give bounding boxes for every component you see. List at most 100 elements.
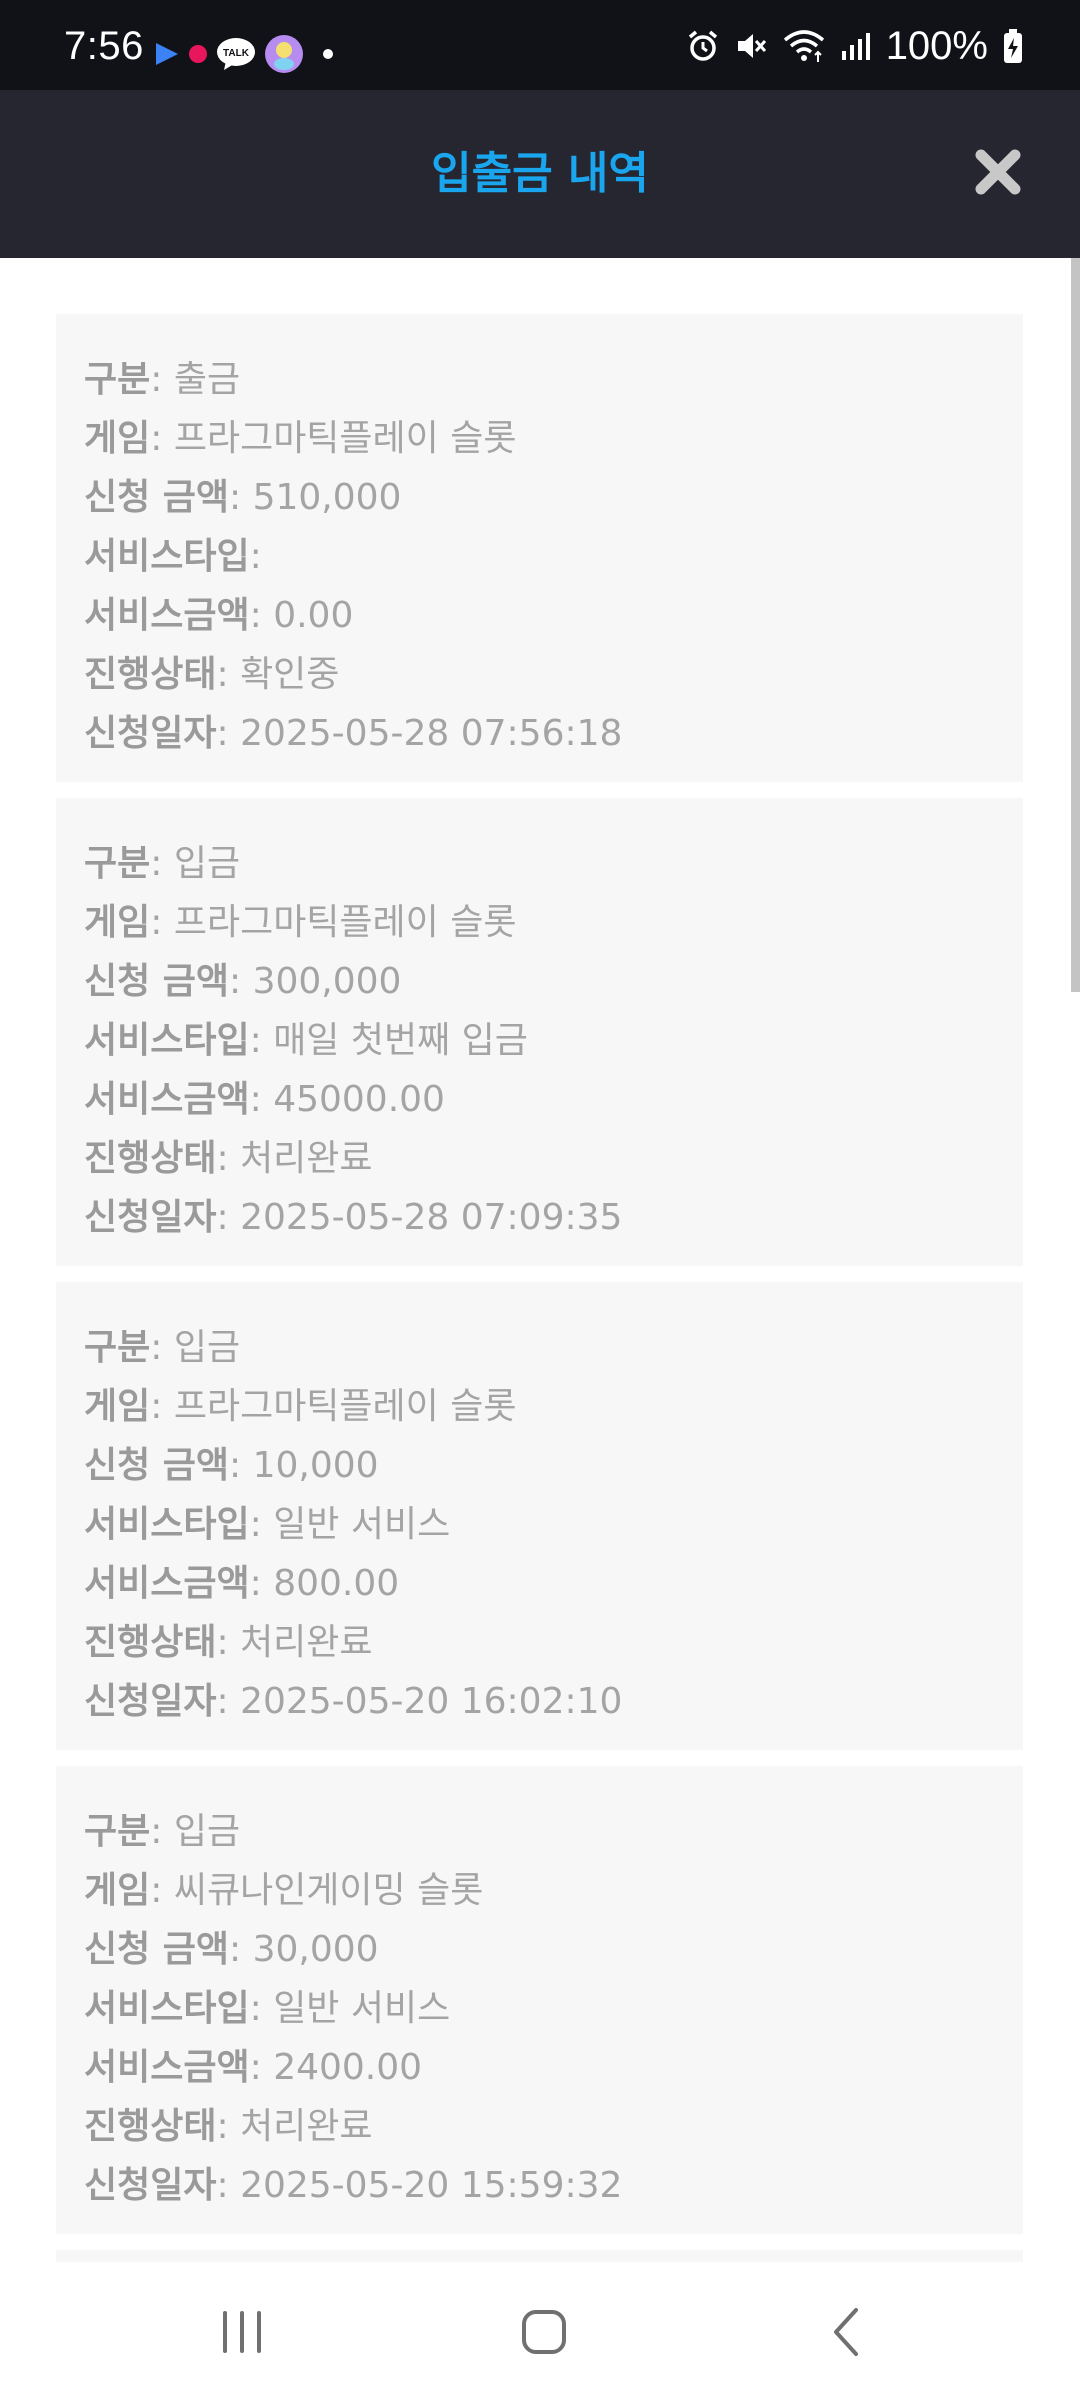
status-label: 진행상태 [84, 1622, 217, 1663]
recent-apps-icon [223, 2311, 261, 2353]
record-dot-icon [189, 45, 207, 63]
type-value: 출금 [173, 359, 241, 400]
transaction-card[interactable]: 구분: 입금 게임: 프라그마틱플레이 슬롯 신청 금액: 300,000 서비… [56, 798, 1023, 1266]
game-row: 게임: 씨큐나인게이밍 슬롯 [84, 1870, 484, 1911]
amount-row: 신청 금액: 10,000 [84, 1445, 379, 1486]
signal-icon [841, 33, 870, 60]
system-icons: 100% [672, 26, 1024, 66]
service-type-value: 일반 서비스 [273, 1504, 451, 1545]
transaction-card[interactable]: 구분: 출금 게임: 프라그마틱플레이 슬롯 신청 금액: 510,000 서비… [56, 314, 1023, 782]
type-row: 구분: 출금 [84, 359, 241, 400]
kakaotalk-icon: TALK [217, 38, 255, 70]
amount-row: 신청 금액: 510,000 [84, 477, 402, 518]
alarm-icon [688, 30, 717, 61]
date-row: 신청일자: 2025-05-28 07:09:35 [84, 1197, 623, 1238]
type-value: 입금 [173, 843, 241, 884]
service-amount-label: 서비스금액 [84, 2047, 250, 2088]
status-value: 처리완료 [240, 1622, 373, 1663]
service-type-value: 매일 첫번째 입금 [273, 1020, 528, 1061]
close-button[interactable] [966, 140, 1030, 204]
amount-value: 510,000 [252, 477, 402, 518]
type-value: 입금 [173, 1811, 241, 1852]
game-value: 프라그마틱플레이 슬롯 [173, 418, 517, 459]
transaction-list[interactable]: 구분: 출금 게임: 프라그마틱플레이 슬롯 신청 금액: 510,000 서비… [56, 314, 1023, 2264]
game-label: 게임 [84, 418, 151, 459]
date-value: 2025-05-28 07:09:35 [240, 1197, 623, 1238]
date-value: 2025-05-28 07:56:18 [240, 713, 623, 754]
game-label: 게임 [84, 1870, 151, 1911]
amount-label: 신청 금액 [84, 1445, 230, 1486]
game-value: 프라그마틱플레이 슬롯 [173, 1386, 517, 1427]
type-label: 구분 [84, 1327, 151, 1368]
date-value: 2025-05-20 15:59:32 [240, 2165, 623, 2206]
recent-apps-button[interactable] [182, 2292, 302, 2372]
game-row: 게임: 프라그마틱플레이 슬롯 [84, 902, 517, 943]
notification-icons: TALK [154, 34, 346, 74]
game-value: 씨큐나인게이밍 슬롯 [173, 1870, 484, 1911]
service-type-label: 서비스타입 [84, 536, 250, 577]
status-row: 진행상태: 확인중 [84, 654, 340, 695]
status-row: 진행상태: 처리완료 [84, 1622, 373, 1663]
service-type-value: 일반 서비스 [273, 1988, 451, 2029]
status-label: 진행상태 [84, 654, 217, 695]
status-value: 처리완료 [240, 2106, 373, 2147]
service-amount-row: 서비스금액: 800.00 [84, 1563, 400, 1604]
date-row: 신청일자: 2025-05-28 07:56:18 [84, 713, 623, 754]
battery-charging-icon [1004, 29, 1022, 63]
status-bar: 7:56 TALK 100% [0, 0, 1080, 90]
page-title: 입출금 내역 [431, 148, 649, 199]
back-icon [834, 2308, 858, 2356]
type-label: 구분 [84, 359, 151, 400]
back-button[interactable] [786, 2292, 906, 2372]
service-amount-label: 서비스금액 [84, 1079, 250, 1120]
service-amount-value: 45000.00 [273, 1079, 445, 1120]
status-row: 진행상태: 처리완료 [84, 1138, 373, 1179]
amount-label: 신청 금액 [84, 477, 230, 518]
game-row: 게임: 프라그마틱플레이 슬롯 [84, 1386, 517, 1427]
service-amount-row: 서비스금액: 0.00 [84, 595, 354, 636]
status-time: 7:56 [64, 24, 144, 68]
kakaotalk-label: TALK [223, 48, 250, 59]
transaction-card[interactable]: 구분: 입금 게임: 프라그마틱플레이 슬롯 신청 금액: 10,000 서비스… [56, 1282, 1023, 1750]
navigation-bar [0, 2262, 1080, 2400]
date-value: 2025-05-20 16:02:10 [240, 1681, 623, 1722]
game-value: 프라그마틱플레이 슬롯 [173, 902, 517, 943]
game-row: 게임: 프라그마틱플레이 슬롯 [84, 418, 517, 459]
date-label: 신청일자 [84, 713, 217, 754]
mute-icon [737, 34, 766, 58]
date-label: 신청일자 [84, 2165, 217, 2206]
battery-percent: 100% [885, 24, 988, 68]
game-label: 게임 [84, 902, 151, 943]
scrollbar-thumb[interactable] [1071, 258, 1080, 992]
amount-label: 신청 금액 [84, 1929, 230, 1970]
home-icon [522, 2310, 566, 2354]
amount-row: 신청 금액: 30,000 [84, 1929, 379, 1970]
service-amount-row: 서비스금액: 45000.00 [84, 1079, 445, 1120]
service-amount-value: 800.00 [273, 1563, 400, 1604]
status-label: 진행상태 [84, 1138, 217, 1179]
date-row: 신청일자: 2025-05-20 16:02:10 [84, 1681, 623, 1722]
type-label: 구분 [84, 843, 151, 884]
type-value: 입금 [173, 1327, 241, 1368]
service-type-row: 서비스타입: 매일 첫번째 입금 [84, 1020, 528, 1061]
amount-value: 300,000 [252, 961, 402, 1002]
amount-label: 신청 금액 [84, 961, 230, 1002]
more-notifications-dot-icon [323, 49, 333, 59]
amount-row: 신청 금액: 300,000 [84, 961, 402, 1002]
type-label: 구분 [84, 1811, 151, 1852]
service-amount-value: 2400.00 [273, 2047, 423, 2088]
date-label: 신청일자 [84, 1197, 217, 1238]
service-amount-label: 서비스금액 [84, 1563, 250, 1604]
transaction-card[interactable]: 구분: 입금 게임: 씨큐나인게이밍 슬롯 신청 금액: 30,000 서비스타… [56, 1766, 1023, 2234]
avatar-icon [265, 35, 303, 73]
service-type-label: 서비스타입 [84, 1504, 250, 1545]
status-value: 처리완료 [240, 1138, 373, 1179]
service-type-row: 서비스타입: 일반 서비스 [84, 1504, 451, 1545]
type-row: 구분: 입금 [84, 1327, 241, 1368]
home-button[interactable] [484, 2292, 604, 2372]
close-icon [975, 149, 1021, 195]
dialog-header: 입출금 내역 [0, 90, 1080, 258]
status-label: 진행상태 [84, 2106, 217, 2147]
service-amount-value: 0.00 [273, 595, 354, 636]
play-store-icon [156, 43, 178, 65]
